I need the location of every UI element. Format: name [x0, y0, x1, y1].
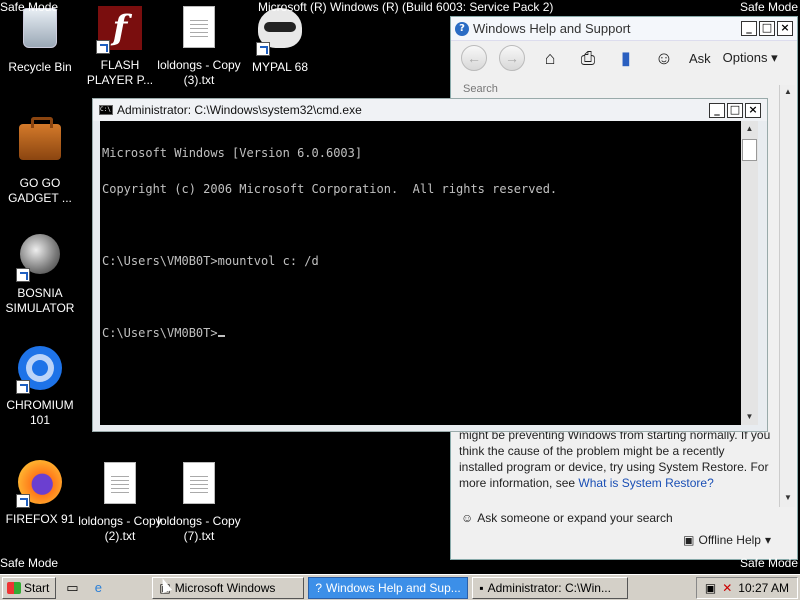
taskbar-item-cmd[interactable]: ▪ Administrator: C:\Win... — [472, 576, 629, 599]
mine-icon — [16, 234, 64, 282]
flash-player-icon: f — [96, 6, 144, 54]
cmd-icon: ▪ — [479, 580, 484, 595]
cmd-icon: C:\ — [99, 105, 113, 115]
network-icon[interactable]: ▣ — [705, 581, 716, 595]
desktop-icon-label: BOSNIA SIMULATOR — [5, 286, 75, 315]
desktop-icon-label: loldongs - Copy (3).txt — [157, 58, 241, 87]
desktop-icon-recycle-bin[interactable]: Recycle Bin — [0, 4, 82, 75]
desktop-icon-label: CHROMIUM 101 — [6, 398, 74, 427]
help-window-title: Windows Help and Support — [473, 21, 631, 36]
terminal-line: C:\Users\VM0B0T>mountvol c: /d — [102, 254, 319, 268]
mypal-raccoon-icon — [256, 8, 304, 56]
build-info-text: Microsoft (R) Windows (R) (Build 6003: S… — [258, 0, 554, 14]
people-icon: ☺ — [461, 511, 474, 525]
clock[interactable]: 10:27 AM — [738, 581, 789, 595]
offline-help-icon: ▣ — [683, 533, 695, 547]
desktop-icon-loldongs-copy-3[interactable]: loldongs - Copy (3).txt — [157, 4, 241, 88]
text-file-icon — [175, 462, 223, 510]
close-button[interactable]: × — [777, 21, 793, 36]
shortcut-arrow-icon — [16, 494, 30, 508]
windows-logo-icon — [7, 581, 21, 594]
terminal-output[interactable]: Microsoft Windows [Version 6.0.6003] Cop… — [100, 121, 752, 425]
internet-explorer-icon[interactable]: e — [88, 579, 108, 597]
desktop-icon-bosnia-simulator[interactable]: BOSNIA SIMULATOR — [0, 230, 82, 316]
firefox-icon — [16, 460, 64, 508]
help-question-icon: ? — [315, 580, 323, 595]
chevron-down-icon: ▾ — [764, 533, 771, 547]
safe-mode-label-bottom-right: Safe Mode — [739, 556, 798, 570]
desktop-icon-mypal[interactable]: MYPAL 68 — [238, 4, 322, 75]
shortcut-arrow-icon — [256, 42, 270, 56]
options-button[interactable]: Options ▾ — [723, 50, 778, 66]
home-icon[interactable]: ⌂ — [537, 46, 563, 70]
scroll-up-arrow-icon[interactable]: ▲ — [782, 87, 794, 99]
shortcut-arrow-icon — [96, 40, 110, 54]
terminal-line: Copyright (c) 2006 Microsoft Corporation… — [102, 182, 558, 196]
desktop-icon-loldongs-copy-2[interactable]: loldongs - Copy (2).txt — [78, 460, 162, 544]
forward-button[interactable]: → — [499, 45, 525, 71]
help-scrollbar[interactable]: ▲ ▼ — [779, 85, 795, 507]
scroll-down-arrow-icon[interactable]: ▼ — [782, 493, 794, 505]
taskbar-item-microsoft-windows[interactable]: ▣ Microsoft Windows — [152, 576, 305, 599]
desktop-icon-label: Recycle Bin — [8, 60, 72, 74]
minimize-button[interactable]: _ — [709, 102, 725, 118]
text-cursor — [217, 335, 225, 337]
scroll-thumb[interactable] — [742, 139, 757, 161]
ask-button[interactable]: Ask — [689, 51, 711, 66]
safe-mode-label-top-right: Safe Mode — [739, 0, 798, 14]
taskbar-item-help-and-support[interactable]: ? Windows Help and Sup... — [308, 576, 469, 599]
show-desktop-icon[interactable]: ▭ — [62, 579, 82, 597]
desktop-icon-flash-player[interactable]: f FLASH PLAYER P... — [78, 4, 162, 88]
desktop-icon-label: loldongs - Copy (2).txt — [78, 514, 162, 543]
system-restore-link[interactable]: What is System Restore? — [578, 476, 713, 490]
desktop-icon-label: FIREFOX 91 — [5, 512, 75, 526]
search-input[interactable]: Search Help — [463, 83, 503, 95]
safe-mode-label-bottom-left: Safe Mode — [0, 556, 59, 570]
briefcase-icon — [16, 117, 64, 172]
taskbar: Start ▭ e ▣ Microsoft Windows ? Windows … — [0, 574, 800, 600]
minimize-button[interactable]: _ — [741, 21, 757, 36]
ask-icon[interactable]: ☺ — [651, 46, 677, 70]
desktop-icon-label: MYPAL 68 — [251, 60, 309, 74]
maximize-button[interactable]: □ — [759, 21, 775, 36]
cmd-titlebar[interactable]: C:\ Administrator: C:\Windows\system32\c… — [93, 99, 767, 121]
cmd-window-title: Administrator: C:\Windows\system32\cmd.e… — [117, 103, 362, 117]
desktop-icon-firefox[interactable]: FIREFOX 91 — [0, 458, 82, 527]
volume-muted-icon[interactable]: ✕ — [722, 581, 732, 595]
terminal-line: Microsoft Windows [Version 6.0.6003] — [102, 146, 363, 160]
cmd-scrollbar[interactable]: ▲ ▼ — [741, 121, 758, 425]
desktop-icon-go-go-gadget[interactable]: GO GO GADGET ... — [0, 116, 82, 206]
desktop-icon-chromium[interactable]: CHROMIUM 101 — [0, 344, 82, 428]
help-article-text: might be preventing Windows from startin… — [459, 428, 771, 490]
cmd-window: C:\ Administrator: C:\Windows\system32\c… — [92, 98, 768, 432]
print-icon[interactable]: ⎙ — [575, 46, 601, 70]
shortcut-arrow-icon — [16, 380, 30, 394]
back-button[interactable]: ← — [461, 45, 487, 71]
recycle-bin-icon — [16, 8, 64, 56]
safe-mode-label-top-left: Safe Mode — [0, 0, 59, 14]
start-button[interactable]: Start — [2, 576, 57, 599]
help-toolbar: ← → ⌂ ⎙ ▮ ☺ Ask Options ▾ — [451, 41, 797, 75]
ask-someone-link[interactable]: ☺ Ask someone or expand your search — [461, 511, 673, 525]
desktop-icon-loldongs-copy-7[interactable]: loldongs - Copy (7).txt — [157, 460, 241, 544]
text-file-icon — [175, 6, 223, 54]
scroll-down-arrow-icon[interactable]: ▼ — [741, 409, 758, 425]
desktop-icon-label: loldongs - Copy (7).txt — [157, 514, 241, 543]
browse-help-icon[interactable]: ▮ — [613, 46, 639, 70]
help-titlebar[interactable]: ? Windows Help and Support _ □ × — [451, 17, 797, 41]
chromium-icon — [16, 346, 64, 394]
close-button[interactable]: × — [745, 102, 761, 118]
desktop-icon-label: FLASH PLAYER P... — [86, 58, 154, 87]
maximize-button[interactable]: □ — [727, 102, 743, 118]
system-tray: ▣ ✕ 10:27 AM — [695, 576, 798, 599]
offline-help-button[interactable]: ▣ Offline Help ▾ — [683, 533, 771, 547]
scroll-up-arrow-icon[interactable]: ▲ — [741, 121, 758, 137]
terminal-prompt-line: C:\Users\VM0B0T> — [102, 327, 750, 339]
text-file-icon — [96, 462, 144, 510]
help-question-icon: ? — [455, 21, 469, 36]
shortcut-arrow-icon — [16, 268, 30, 282]
desktop-icon-label: GO GO GADGET ... — [8, 176, 72, 205]
